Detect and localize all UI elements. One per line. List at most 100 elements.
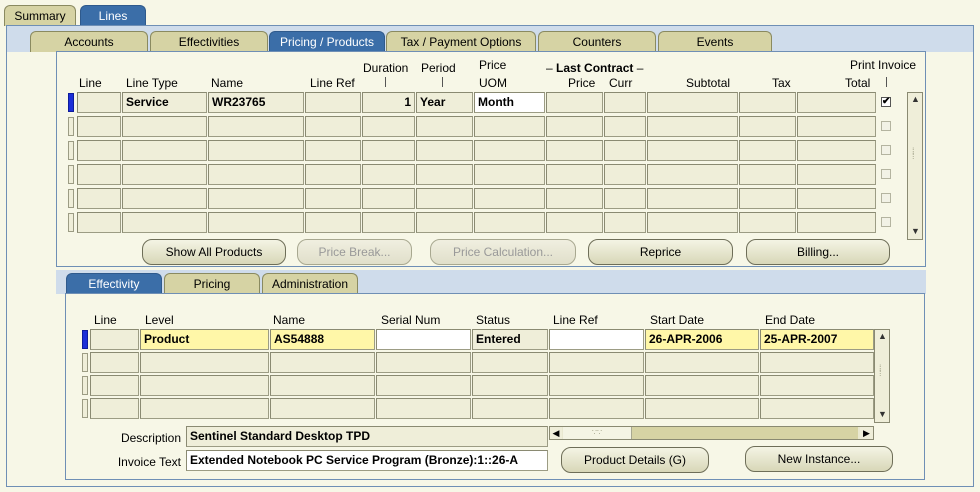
empty-cell[interactable]: [474, 188, 545, 209]
empty-cell[interactable]: [474, 116, 545, 137]
cell-curr[interactable]: [604, 92, 646, 113]
empty-cell[interactable]: [305, 164, 361, 185]
row-marker[interactable]: [68, 189, 74, 208]
empty-cell[interactable]: [604, 188, 646, 209]
tab-lines[interactable]: Lines: [80, 5, 146, 26]
lower-row-marker-active[interactable]: [82, 330, 88, 349]
empty-cell[interactable]: [647, 116, 738, 137]
empty-cell[interactable]: [739, 164, 796, 185]
row-marker[interactable]: [68, 117, 74, 136]
empty-cell[interactable]: [305, 140, 361, 161]
empty-cell[interactable]: [122, 212, 207, 233]
empty-cell[interactable]: [645, 352, 759, 373]
price-break-button[interactable]: Price Break...: [297, 239, 412, 265]
scroll-right-icon[interactable]: ▶: [860, 427, 873, 439]
cell-price[interactable]: [546, 92, 603, 113]
print-invoice-checkbox[interactable]: [881, 145, 891, 155]
cell-end-date[interactable]: 25-APR-2007: [760, 329, 874, 350]
tab-accounts[interactable]: Accounts: [30, 31, 148, 52]
empty-cell[interactable]: [416, 140, 473, 161]
reprice-button[interactable]: Reprice: [588, 239, 733, 265]
empty-cell[interactable]: [208, 212, 304, 233]
cell-lower-name[interactable]: AS54888: [270, 329, 375, 350]
row-marker[interactable]: [68, 213, 74, 232]
empty-cell[interactable]: [416, 212, 473, 233]
tab-tax-payment-options[interactable]: Tax / Payment Options: [386, 31, 536, 52]
empty-cell[interactable]: [604, 164, 646, 185]
scroll-up-icon[interactable]: ▲: [876, 330, 889, 343]
new-instance-button[interactable]: New Instance...: [745, 446, 893, 472]
cell-status[interactable]: Entered: [472, 329, 548, 350]
cell-duration[interactable]: 1: [362, 92, 415, 113]
cell-lower-line-ref[interactable]: [549, 329, 644, 350]
tab-summary[interactable]: Summary: [4, 5, 76, 26]
empty-cell[interactable]: [270, 398, 375, 419]
scroll-thumb[interactable]: ∵∵: [563, 427, 632, 439]
empty-cell[interactable]: [472, 398, 548, 419]
effectivity-vertical-scrollbar[interactable]: ▲ ⁞ ⁞ ▼: [874, 329, 890, 423]
empty-cell[interactable]: [604, 140, 646, 161]
empty-cell[interactable]: [474, 212, 545, 233]
empty-cell[interactable]: [647, 188, 738, 209]
print-invoice-checkbox[interactable]: ✔: [881, 97, 891, 107]
row-marker[interactable]: [82, 376, 88, 395]
empty-cell[interactable]: [549, 375, 644, 396]
empty-cell[interactable]: [77, 164, 121, 185]
empty-cell[interactable]: [362, 140, 415, 161]
empty-cell[interactable]: [472, 352, 548, 373]
row-marker[interactable]: [68, 165, 74, 184]
cell-total[interactable]: [797, 92, 876, 113]
row-marker[interactable]: [82, 353, 88, 372]
tab-pricing-products[interactable]: Pricing / Products: [269, 31, 385, 52]
empty-cell[interactable]: [376, 398, 471, 419]
empty-cell[interactable]: [645, 398, 759, 419]
empty-cell[interactable]: [122, 164, 207, 185]
empty-cell[interactable]: [474, 164, 545, 185]
cell-line[interactable]: [77, 92, 121, 113]
cell-lower-line[interactable]: [90, 329, 139, 350]
empty-cell[interactable]: [122, 140, 207, 161]
tab-administration[interactable]: Administration: [262, 273, 358, 294]
effectivity-horizontal-scrollbar[interactable]: ◀ ∵∵ ▶: [549, 426, 874, 440]
empty-cell[interactable]: [797, 140, 876, 161]
cell-line-ref[interactable]: [305, 92, 361, 113]
tab-events[interactable]: Events: [658, 31, 772, 52]
empty-cell[interactable]: [122, 116, 207, 137]
cell-subtotal[interactable]: [647, 92, 738, 113]
cell-name[interactable]: WR23765: [208, 92, 304, 113]
tab-effectivity[interactable]: Effectivity: [66, 273, 162, 294]
empty-cell[interactable]: [208, 188, 304, 209]
empty-cell[interactable]: [416, 116, 473, 137]
cell-period[interactable]: Year: [416, 92, 473, 113]
cell-tax[interactable]: [739, 92, 796, 113]
empty-cell[interactable]: [546, 116, 603, 137]
empty-cell[interactable]: [140, 398, 269, 419]
empty-cell[interactable]: [760, 352, 874, 373]
empty-cell[interactable]: [549, 352, 644, 373]
tab-pricing[interactable]: Pricing: [164, 273, 260, 294]
empty-cell[interactable]: [760, 398, 874, 419]
empty-cell[interactable]: [474, 140, 545, 161]
empty-cell[interactable]: [546, 164, 603, 185]
empty-cell[interactable]: [546, 212, 603, 233]
empty-cell[interactable]: [270, 352, 375, 373]
empty-cell[interactable]: [739, 116, 796, 137]
scroll-left-icon[interactable]: ◀: [550, 427, 562, 439]
empty-cell[interactable]: [760, 375, 874, 396]
scroll-up-icon[interactable]: ▲: [909, 93, 922, 106]
print-invoice-checkbox[interactable]: [881, 169, 891, 179]
invoice-text-field[interactable]: Extended Notebook PC Service Program (Br…: [186, 450, 548, 471]
empty-cell[interactable]: [645, 375, 759, 396]
description-field[interactable]: Sentinel Standard Desktop TPD: [186, 426, 548, 447]
empty-cell[interactable]: [604, 116, 646, 137]
price-calculation-button[interactable]: Price Calculation...: [430, 239, 576, 265]
empty-cell[interactable]: [797, 116, 876, 137]
scroll-down-icon[interactable]: ▼: [909, 225, 922, 238]
empty-cell[interactable]: [647, 164, 738, 185]
empty-cell[interactable]: [305, 116, 361, 137]
empty-cell[interactable]: [739, 212, 796, 233]
empty-cell[interactable]: [208, 116, 304, 137]
empty-cell[interactable]: [647, 212, 738, 233]
empty-cell[interactable]: [77, 116, 121, 137]
tab-counters[interactable]: Counters: [538, 31, 656, 52]
